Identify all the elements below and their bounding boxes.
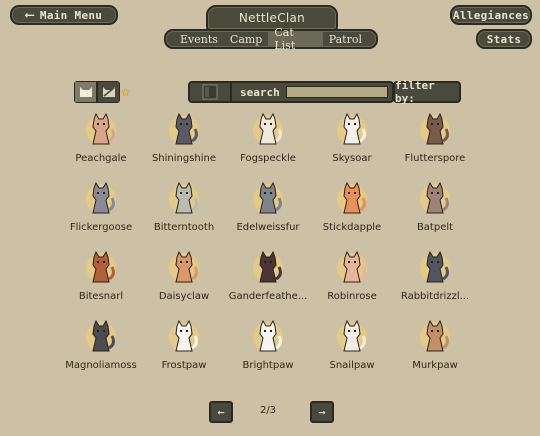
main-menu-button[interactable]: ⟵ Main Menu bbox=[10, 5, 118, 25]
cat-portrait bbox=[337, 112, 367, 145]
cat-portrait bbox=[253, 112, 283, 145]
cat-card[interactable]: Batpelt bbox=[385, 181, 485, 233]
cat-portrait bbox=[253, 250, 283, 283]
search-bar: search bbox=[188, 81, 394, 103]
living-cats-toggle[interactable] bbox=[75, 82, 96, 102]
main-menu-label: Main Menu bbox=[39, 8, 103, 22]
search-label: search bbox=[240, 85, 280, 99]
search-input[interactable] bbox=[285, 86, 388, 98]
search-box-glyph-icon bbox=[202, 84, 218, 100]
tab-patrol[interactable]: Patrol bbox=[323, 31, 368, 47]
cat-portrait bbox=[86, 319, 116, 352]
cat-name: Murkpaw bbox=[412, 360, 458, 371]
tab-camp[interactable]: Camp bbox=[224, 31, 268, 47]
view-toggle-group bbox=[74, 81, 120, 103]
cat-portrait bbox=[420, 112, 450, 145]
cat-sprite-icon bbox=[259, 250, 282, 283]
cat-portrait bbox=[169, 112, 199, 145]
next-page-button[interactable]: → bbox=[310, 401, 334, 423]
clan-title: NettleClan bbox=[206, 5, 338, 31]
cat-portrait bbox=[253, 319, 283, 352]
cat-sprite-icon bbox=[426, 181, 449, 214]
back-arrow-icon: ⟵ bbox=[25, 7, 34, 23]
cat-card[interactable]: Murkpaw bbox=[385, 319, 485, 371]
cat-name: Batpelt bbox=[416, 222, 454, 233]
search-icon[interactable] bbox=[190, 83, 232, 101]
cat-name: Flutterspore bbox=[404, 153, 466, 164]
previous-page-button[interactable]: ← bbox=[209, 401, 233, 423]
cat-sprite-icon bbox=[92, 319, 115, 352]
favorite-star-icon[interactable]: ★ bbox=[121, 82, 130, 100]
cat-sprite-icon bbox=[343, 319, 366, 352]
starclan-icon bbox=[102, 87, 115, 97]
tab-bar: Events Camp Cat List Patrol bbox=[164, 26, 378, 52]
cat-sprite-icon bbox=[175, 250, 198, 283]
cat-sprite-icon bbox=[259, 319, 282, 352]
filter-by-button[interactable]: filter by: bbox=[393, 79, 461, 105]
dead-cats-toggle[interactable] bbox=[98, 82, 119, 102]
cat-portrait bbox=[337, 250, 367, 283]
cat-sprite-icon bbox=[259, 181, 282, 214]
allegiances-button[interactable]: Allegiances bbox=[450, 5, 532, 25]
cat-sprite-icon bbox=[175, 181, 198, 214]
cat-sprite-icon bbox=[175, 319, 198, 352]
cat-sprite-icon bbox=[92, 250, 115, 283]
tab-events[interactable]: Events bbox=[174, 31, 224, 47]
cat-sprite-icon bbox=[92, 112, 115, 145]
cat-portrait bbox=[337, 319, 367, 352]
cat-sprite-icon bbox=[259, 112, 282, 145]
cat-portrait bbox=[169, 319, 199, 352]
cat-portrait bbox=[420, 319, 450, 352]
tab-cat-list[interactable]: Cat List bbox=[268, 26, 323, 52]
stats-button[interactable]: Stats bbox=[476, 29, 532, 49]
cat-card[interactable]: Flutterspore bbox=[385, 112, 485, 164]
cat-sprite-icon bbox=[343, 112, 366, 145]
cat-sprite-icon bbox=[175, 112, 198, 145]
cat-sprite-icon bbox=[426, 250, 449, 283]
cat-sprite-icon bbox=[92, 181, 115, 214]
cat-portrait bbox=[86, 112, 116, 145]
page-indicator: 2/3 bbox=[259, 405, 277, 416]
cat-portrait bbox=[420, 250, 450, 283]
cat-portrait bbox=[420, 181, 450, 214]
cat-card[interactable]: Rabbitdrizzl... bbox=[385, 250, 485, 302]
cat-portrait bbox=[337, 181, 367, 214]
cat-portrait bbox=[253, 181, 283, 214]
cat-name: Rabbitdrizzl... bbox=[400, 291, 470, 302]
cat-portrait bbox=[169, 250, 199, 283]
cat-portrait bbox=[86, 181, 116, 214]
cat-portrait bbox=[169, 181, 199, 214]
cat-sprite-icon bbox=[426, 319, 449, 352]
cat-sprite-icon bbox=[343, 181, 366, 214]
cat-face-icon bbox=[79, 87, 92, 97]
cat-portrait bbox=[86, 250, 116, 283]
cat-sprite-icon bbox=[426, 112, 449, 145]
cat-sprite-icon bbox=[343, 250, 366, 283]
